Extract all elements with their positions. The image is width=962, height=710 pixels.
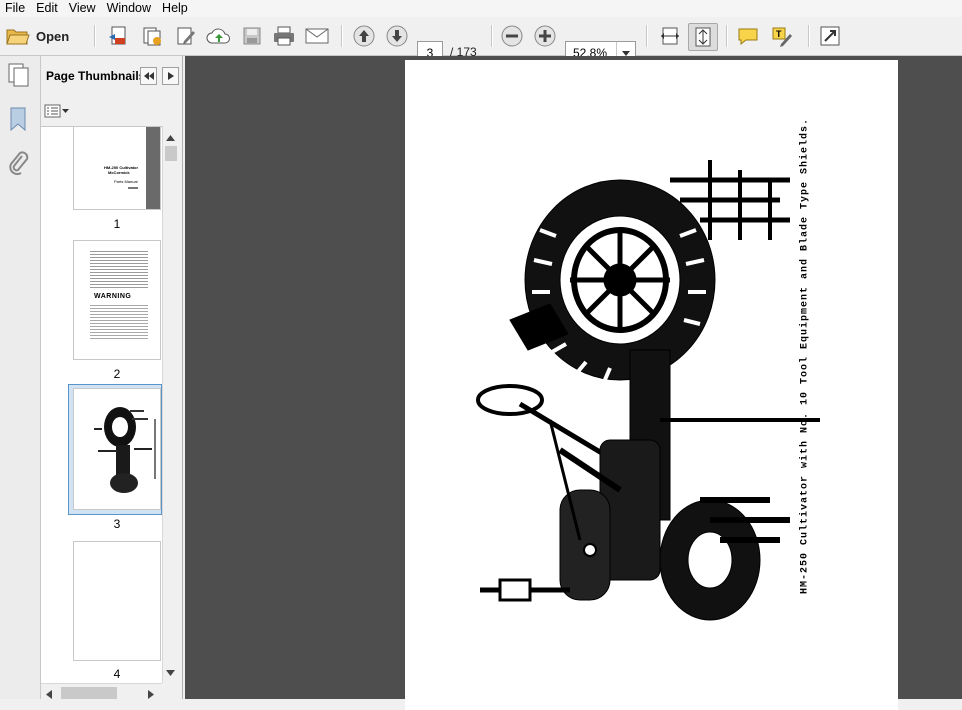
previous-page-icon [353, 25, 375, 47]
document-page: HM-250 Cultivator with No. 10 Tool Equip… [405, 60, 898, 710]
thumbnail-1-line-2: McCormick [108, 170, 130, 175]
thumbnail-label: 4 [113, 667, 121, 681]
chevron-up-icon[interactable] [166, 130, 175, 144]
full-screen-icon [819, 25, 841, 47]
thumbnail-label: 3 [113, 517, 121, 531]
comment-button[interactable] [734, 23, 762, 49]
panel-title: Page Thumbnails [46, 69, 141, 83]
options-icon [44, 103, 70, 122]
save-icon [242, 26, 262, 46]
thumbnail-page-3[interactable] [74, 389, 160, 509]
thumbnail-label: 2 [113, 367, 121, 381]
email-button[interactable] [302, 23, 332, 49]
thumbnail-label: 1 [113, 217, 121, 231]
menu-file[interactable]: File [0, 0, 31, 17]
expand-panel-button[interactable] [162, 67, 179, 85]
menu-help[interactable]: Help [157, 0, 194, 17]
zoom-in-icon [534, 25, 556, 47]
scrollbar-thumb[interactable] [165, 146, 177, 161]
double-chevron-left-icon [143, 69, 154, 83]
edit-pdf-button[interactable] [172, 23, 200, 49]
document-view[interactable]: HM-250 Cultivator with No. 10 Tool Equip… [185, 56, 962, 710]
thumbnail-1-line-3: Parts Manual [114, 179, 138, 184]
thumbnail-list: HM-250 Cultivator McCormick Parts Manual… [41, 126, 162, 684]
thumbnail-vertical-scrollbar[interactable] [162, 126, 179, 683]
print-button[interactable] [270, 23, 298, 49]
thumbnail-page-1[interactable]: HM-250 Cultivator McCormick Parts Manual [74, 127, 160, 209]
zoom-out-button[interactable] [498, 23, 526, 49]
highlight-button[interactable]: T [768, 23, 796, 49]
figure-caption: HM-250 Cultivator with No. 10 Tool Equip… [799, 117, 811, 595]
bookmarks-icon[interactable] [7, 106, 29, 132]
thumbnail-horizontal-scrollbar[interactable] [41, 683, 162, 700]
open-button[interactable]: Open [6, 23, 78, 49]
create-pdf-icon [107, 25, 129, 47]
open-folder-icon [6, 26, 30, 46]
menu-view[interactable]: View [64, 0, 102, 17]
zoom-out-icon [501, 25, 523, 47]
zoom-in-button[interactable] [531, 23, 559, 49]
open-label: Open [36, 28, 70, 44]
chevron-right-icon[interactable] [148, 688, 154, 702]
fit-page-icon [692, 26, 714, 48]
menu-edit[interactable]: Edit [31, 0, 64, 17]
collapse-panel-button[interactable] [140, 67, 157, 85]
pages-icon[interactable] [7, 62, 31, 88]
email-icon [305, 27, 329, 45]
edit-pdf-icon [175, 25, 197, 47]
thumbnail-2-warning: WARNING [94, 293, 132, 300]
chevron-right-icon [167, 69, 174, 83]
fit-width-icon [659, 25, 681, 47]
chevron-left-icon[interactable] [46, 688, 52, 702]
chevron-down-icon[interactable] [166, 665, 175, 679]
fit-width-button[interactable] [656, 23, 684, 49]
combine-files-icon [141, 25, 163, 47]
full-screen-button[interactable] [816, 23, 844, 49]
scrollbar-thumb[interactable] [61, 687, 117, 699]
print-icon [273, 26, 295, 46]
navigation-strip [0, 56, 41, 699]
save-button[interactable] [238, 23, 266, 49]
next-page-icon [386, 25, 408, 47]
create-pdf-button[interactable] [104, 23, 132, 49]
thumbnail-page-4[interactable] [74, 542, 160, 660]
comment-icon [737, 26, 759, 46]
upload-cloud-icon [206, 26, 232, 46]
thumbnails-panel: Page Thumbnails HM-250 Cultivator McCorm… [41, 56, 183, 700]
menu-window[interactable]: Window [102, 0, 157, 17]
upload-cloud-button[interactable] [204, 23, 234, 49]
fit-page-button[interactable] [688, 23, 718, 51]
next-page-button[interactable] [383, 23, 411, 49]
svg-text:T: T [776, 29, 782, 39]
combine-files-button[interactable] [138, 23, 166, 49]
options-menu-button[interactable] [44, 103, 70, 122]
menu-bar: File Edit View Window Help [0, 0, 962, 17]
highlight-icon: T [771, 25, 793, 47]
toolbar: Open 3 / 173 52.8% T [0, 17, 962, 65]
thumbnail-page-2[interactable]: WARNING [74, 241, 160, 359]
attachments-icon[interactable] [7, 150, 29, 176]
previous-page-button[interactable] [350, 23, 378, 49]
tractor-illustration [460, 120, 854, 643]
